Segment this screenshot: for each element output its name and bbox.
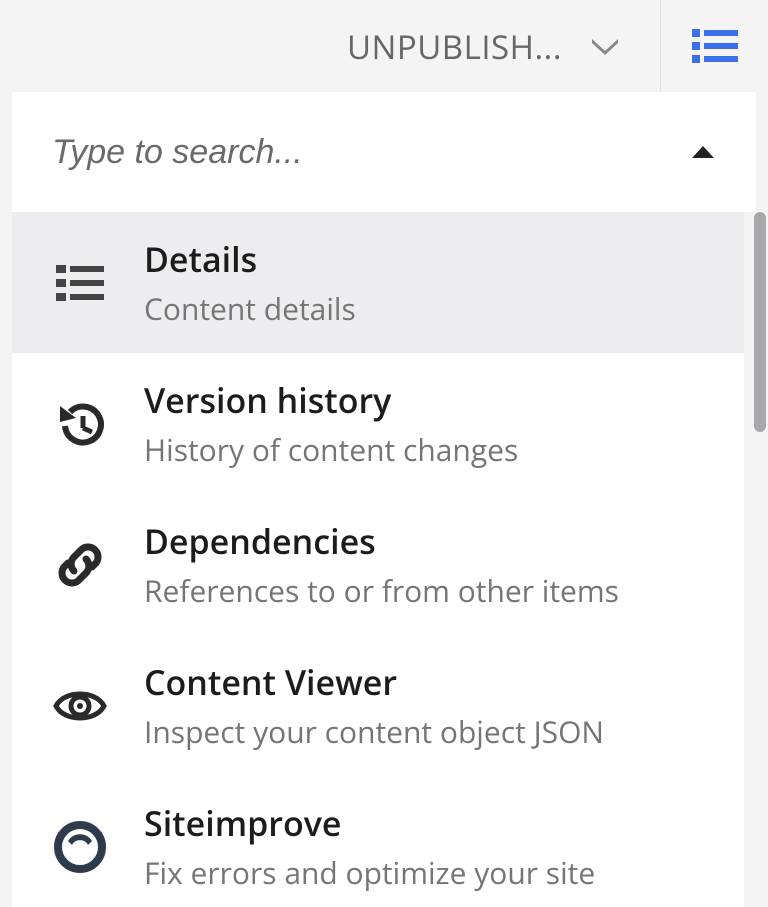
list-item-title: Details xyxy=(144,236,356,282)
list-item-subtitle: History of content changes xyxy=(144,429,518,470)
list-item-siteimprove[interactable]: Siteimprove Fix errors and optimize your… xyxy=(12,776,744,907)
header-bar: UNPUBLISH... xyxy=(0,0,768,92)
list-item-title: Dependencies xyxy=(144,518,619,564)
list-item-text: Dependencies References to or from other… xyxy=(144,518,619,611)
list-item-details[interactable]: Details Content details xyxy=(12,212,744,353)
list-item-title: Siteimprove xyxy=(144,800,595,846)
list-view-button[interactable] xyxy=(660,0,768,92)
list-icon xyxy=(690,26,740,66)
list-item-text: Details Content details xyxy=(144,236,356,329)
list-item-content-viewer[interactable]: Content Viewer Inspect your content obje… xyxy=(12,635,744,776)
list-item-version-history[interactable]: Version history History of content chang… xyxy=(12,353,744,494)
status-dropdown-label: UNPUBLISH... xyxy=(347,24,562,69)
list-item-subtitle: Inspect your content object JSON xyxy=(144,711,604,752)
widget-list: Details Content details Version history … xyxy=(12,212,744,907)
list-item-dependencies[interactable]: Dependencies References to or from other… xyxy=(12,494,744,635)
search-input[interactable] xyxy=(52,133,690,172)
link-icon xyxy=(48,533,112,597)
list-item-text: Content Viewer Inspect your content obje… xyxy=(144,659,604,752)
list-item-text: Siteimprove Fix errors and optimize your… xyxy=(144,800,595,893)
list-item-subtitle: Fix errors and optimize your site xyxy=(144,852,595,893)
chevron-down-icon xyxy=(590,37,620,55)
status-dropdown[interactable]: UNPUBLISH... xyxy=(0,0,660,92)
list-details-icon xyxy=(48,251,112,315)
list-item-title: Content Viewer xyxy=(144,659,604,705)
scrollbar[interactable] xyxy=(750,212,768,907)
collapse-caret-icon[interactable] xyxy=(690,144,716,160)
eye-icon xyxy=(48,674,112,738)
list-item-subtitle: Content details xyxy=(144,288,356,329)
list-item-title: Version history xyxy=(144,377,518,423)
list-item-subtitle: References to or from other items xyxy=(144,570,619,611)
scrollbar-thumb[interactable] xyxy=(754,212,766,432)
list-item-text: Version history History of content chang… xyxy=(144,377,518,470)
history-icon xyxy=(48,392,112,456)
search-bar xyxy=(12,92,756,212)
siteimprove-icon xyxy=(48,815,112,879)
content-area: Details Content details Version history … xyxy=(12,212,768,907)
